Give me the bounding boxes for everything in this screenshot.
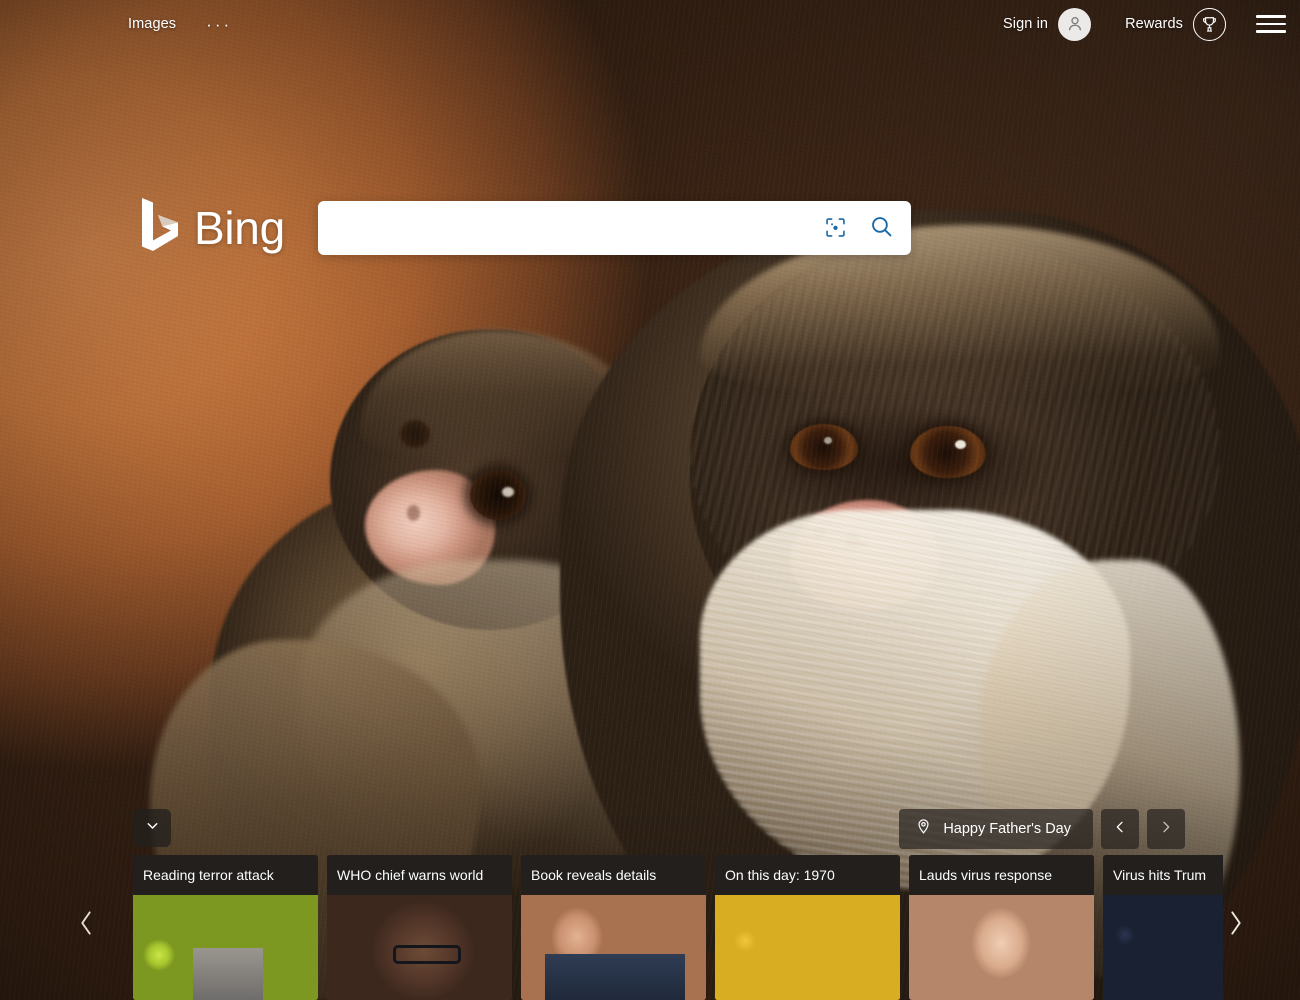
carousel-next-button[interactable] — [1216, 900, 1256, 950]
thumbnail-art — [909, 895, 1094, 1000]
news-card[interactable]: Lauds virus response — [909, 855, 1094, 1000]
news-card[interactable]: Reading terror attack — [133, 855, 318, 1000]
visual-search-camera-icon[interactable] — [813, 206, 859, 250]
nav-overflow-menu[interactable]: ··· — [206, 16, 232, 33]
person-icon — [1058, 7, 1092, 41]
news-card-title: WHO chief warns world — [327, 855, 512, 895]
nav-images[interactable]: Images — [128, 16, 176, 32]
background-image — [0, 0, 1300, 1000]
trophy-icon — [1193, 7, 1226, 41]
search-input[interactable] — [335, 200, 813, 255]
rewards-button[interactable]: Rewards — [1117, 4, 1234, 45]
news-card[interactable]: Virus hits Trum — [1103, 855, 1223, 1000]
hamburger-line — [1256, 15, 1286, 18]
sign-in-label: Sign in — [1003, 16, 1049, 32]
search-submit-button[interactable] — [859, 206, 905, 250]
previous-image-button[interactable] — [1101, 809, 1139, 849]
news-card[interactable]: On this day: 1970 — [715, 855, 900, 1000]
top-navigation-bar: Images ··· Sign in Rewards — [0, 0, 1300, 48]
expand-info-button[interactable] — [133, 809, 171, 847]
next-image-button[interactable] — [1147, 809, 1185, 849]
news-card-title: Virus hits Trum — [1103, 855, 1223, 895]
thumbnail-art — [327, 895, 512, 1000]
bing-b-logo-icon — [138, 196, 182, 259]
image-info-controls: Happy Father's Day — [899, 809, 1185, 849]
hamburger-menu-icon[interactable] — [1256, 12, 1286, 36]
magnifier-icon — [869, 214, 894, 242]
news-card-title: On this day: 1970 — [715, 855, 900, 895]
news-card-title: Book reveals details — [521, 855, 706, 895]
rewards-label: Rewards — [1125, 16, 1183, 32]
chevron-right-icon — [1158, 819, 1174, 840]
sign-in-button[interactable]: Sign in — [995, 4, 1099, 45]
hamburger-line — [1256, 22, 1286, 26]
location-pin-icon — [915, 818, 932, 840]
background-vignette — [0, 0, 1300, 1000]
bing-logo[interactable]: Bing — [138, 196, 285, 259]
news-card-thumbnail — [133, 895, 318, 1000]
chevron-left-icon — [1112, 819, 1128, 840]
news-card-title: Reading terror attack — [133, 855, 318, 895]
search-section: Bing — [138, 196, 911, 259]
thumbnail-art — [715, 895, 900, 1000]
news-card-thumbnail — [1103, 895, 1223, 1000]
chevron-right-icon — [1223, 906, 1249, 945]
news-card[interactable]: WHO chief warns world — [327, 855, 512, 1000]
news-carousel[interactable]: Reading terror attack WHO chief warns wo… — [133, 855, 1223, 1000]
top-nav-left: Images ··· — [128, 16, 232, 33]
image-info-pill[interactable]: Happy Father's Day — [899, 809, 1093, 849]
news-card-thumbnail — [715, 895, 900, 1000]
news-card-thumbnail — [521, 895, 706, 1000]
hamburger-line — [1256, 30, 1286, 33]
news-card-thumbnail — [327, 895, 512, 1000]
news-card-title: Lauds virus response — [909, 855, 1094, 895]
image-info-label: Happy Father's Day — [943, 821, 1071, 837]
news-card-thumbnail — [909, 895, 1094, 1000]
search-box[interactable] — [317, 200, 911, 255]
chevron-down-icon — [144, 817, 161, 839]
news-card[interactable]: Book reveals details — [521, 855, 706, 1000]
bing-logo-text: Bing — [194, 201, 285, 254]
thumbnail-art — [133, 895, 318, 1000]
thumbnail-art — [521, 895, 706, 1000]
thumbnail-art — [1103, 895, 1223, 1000]
bing-homepage: Images ··· Sign in Rewards Bing Happy Fa… — [0, 0, 1300, 1000]
carousel-prev-button[interactable] — [66, 900, 106, 950]
top-nav-right: Sign in Rewards — [995, 4, 1286, 45]
chevron-left-icon — [73, 906, 99, 945]
